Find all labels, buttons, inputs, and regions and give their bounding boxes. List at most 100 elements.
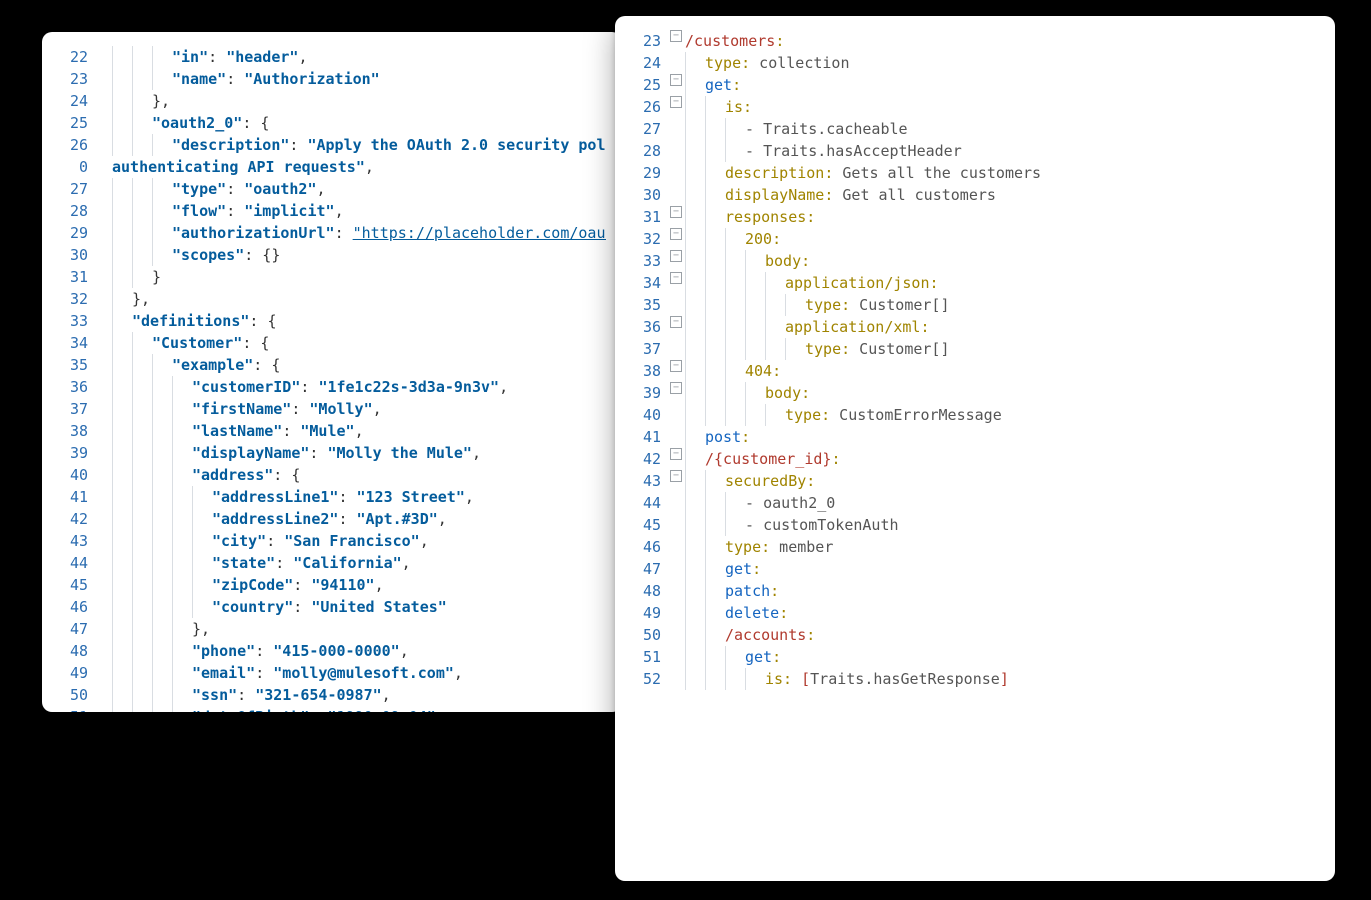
code-content[interactable]: /{customer_id}: xyxy=(705,448,1319,470)
code-line[interactable]: 36−application/xml: xyxy=(625,316,1319,338)
code-line[interactable]: 52is: [Traits.hasGetResponse] xyxy=(625,668,1319,690)
fold-gutter[interactable]: − xyxy=(667,96,685,108)
code-content[interactable]: responses: xyxy=(725,206,1319,228)
code-content[interactable]: "customerID": "1fe1c22s-3d3a-9n3v", xyxy=(192,376,606,398)
code-content[interactable]: "in": "header", xyxy=(172,46,606,68)
code-line[interactable]: 50"ssn": "321-654-0987", xyxy=(52,684,606,706)
code-content[interactable]: is: [Traits.hasGetResponse] xyxy=(765,668,1319,690)
code-content[interactable]: - Traits.hasAcceptHeader xyxy=(745,140,1319,162)
code-content[interactable]: get: xyxy=(745,646,1319,668)
code-line[interactable]: 25"oauth2_0": { xyxy=(52,112,606,134)
code-content[interactable]: "Customer": { xyxy=(152,332,606,354)
code-content[interactable]: }, xyxy=(132,288,606,310)
code-line[interactable]: 42−/{customer_id}: xyxy=(625,448,1319,470)
code-content[interactable]: }, xyxy=(152,90,606,112)
code-line[interactable]: 35type: Customer[] xyxy=(625,294,1319,316)
code-line[interactable]: 50/accounts: xyxy=(625,624,1319,646)
code-line[interactable]: 32−200: xyxy=(625,228,1319,250)
code-content[interactable]: body: xyxy=(765,382,1319,404)
code-content[interactable]: "city": "San Francisco", xyxy=(212,530,606,552)
code-line[interactable]: 33"definitions": { xyxy=(52,310,606,332)
code-line[interactable]: 23"name": "Authorization" xyxy=(52,68,606,90)
code-line[interactable]: 27- Traits.cacheable xyxy=(625,118,1319,140)
code-content[interactable]: "lastName": "Mule", xyxy=(192,420,606,442)
fold-gutter[interactable]: − xyxy=(667,448,685,460)
fold-gutter[interactable]: − xyxy=(667,206,685,218)
code-line[interactable]: 24}, xyxy=(52,90,606,112)
code-content[interactable]: "flow": "implicit", xyxy=(172,200,606,222)
raml-code-body[interactable]: 23−/customers:24type: collection25−get:2… xyxy=(615,16,1335,710)
code-line[interactable]: 25−get: xyxy=(625,74,1319,96)
code-line[interactable]: 39"displayName": "Molly the Mule", xyxy=(52,442,606,464)
code-content[interactable]: /customers: xyxy=(685,30,1319,52)
fold-gutter[interactable]: − xyxy=(667,272,685,284)
code-line[interactable]: 24type: collection xyxy=(625,52,1319,74)
code-line[interactable]: 49"email": "molly@mulesoft.com", xyxy=(52,662,606,684)
code-content[interactable]: description: Gets all the customers xyxy=(725,162,1319,184)
code-content[interactable]: get: xyxy=(725,558,1319,580)
code-content[interactable]: 200: xyxy=(745,228,1319,250)
code-content[interactable]: "state": "California", xyxy=(212,552,606,574)
code-line[interactable]: 28- Traits.hasAcceptHeader xyxy=(625,140,1319,162)
fold-toggle-icon[interactable]: − xyxy=(670,30,682,42)
fold-toggle-icon[interactable]: − xyxy=(670,74,682,86)
code-line[interactable]: 44- oauth2_0 xyxy=(625,492,1319,514)
code-line[interactable]: 29"authorizationUrl": "https://placehold… xyxy=(52,222,606,244)
code-content[interactable]: body: xyxy=(765,250,1319,272)
code-line[interactable]: 51"dateOfBirth": "1990-09-04" xyxy=(52,706,606,712)
code-line[interactable]: 45"zipCode": "94110", xyxy=(52,574,606,596)
code-content[interactable]: /accounts: xyxy=(725,624,1319,646)
code-line[interactable]: 48patch: xyxy=(625,580,1319,602)
code-content[interactable]: "addressLine2": "Apt.#3D", xyxy=(212,508,606,530)
fold-gutter[interactable]: − xyxy=(667,360,685,372)
code-line[interactable]: 30displayName: Get all customers xyxy=(625,184,1319,206)
code-content[interactable]: "email": "molly@mulesoft.com", xyxy=(192,662,606,684)
fold-gutter[interactable]: − xyxy=(667,382,685,394)
code-content[interactable]: application/xml: xyxy=(785,316,1319,338)
code-content[interactable]: application/json: xyxy=(785,272,1319,294)
code-line[interactable]: 36"customerID": "1fe1c22s-3d3a-9n3v", xyxy=(52,376,606,398)
fold-toggle-icon[interactable]: − xyxy=(670,250,682,262)
code-content[interactable]: type: Customer[] xyxy=(805,294,1319,316)
code-line[interactable]: 26"description": "Apply the OAuth 2.0 se… xyxy=(52,134,606,156)
code-line[interactable]: 34"Customer": { xyxy=(52,332,606,354)
code-content[interactable]: type: collection xyxy=(705,52,1319,74)
fold-gutter[interactable]: − xyxy=(667,74,685,86)
code-line[interactable]: 39−body: xyxy=(625,382,1319,404)
code-content[interactable]: "ssn": "321-654-0987", xyxy=(192,684,606,706)
code-content[interactable]: "dateOfBirth": "1990-09-04" xyxy=(192,706,606,712)
code-content[interactable]: "scopes": {} xyxy=(172,244,606,266)
code-line[interactable]: 32}, xyxy=(52,288,606,310)
code-line[interactable]: 51get: xyxy=(625,646,1319,668)
fold-toggle-icon[interactable]: − xyxy=(670,360,682,372)
code-line[interactable]: 48"phone": "415-000-0000", xyxy=(52,640,606,662)
code-line[interactable]: 33−body: xyxy=(625,250,1319,272)
code-content[interactable]: "type": "oauth2", xyxy=(172,178,606,200)
fold-gutter[interactable]: − xyxy=(667,316,685,328)
code-content[interactable]: get: xyxy=(705,74,1319,96)
json-code-body[interactable]: 22"in": "header",23"name": "Authorizatio… xyxy=(42,32,622,712)
code-line[interactable]: 38−404: xyxy=(625,360,1319,382)
code-line[interactable]: 23−/customers: xyxy=(625,30,1319,52)
code-content[interactable]: displayName: Get all customers xyxy=(725,184,1319,206)
code-content[interactable]: "displayName": "Molly the Mule", xyxy=(192,442,606,464)
fold-toggle-icon[interactable]: − xyxy=(670,96,682,108)
code-content[interactable]: is: xyxy=(725,96,1319,118)
code-content[interactable]: authenticating API requests", xyxy=(112,156,606,178)
code-content[interactable]: securedBy: xyxy=(725,470,1319,492)
code-line[interactable]: 49delete: xyxy=(625,602,1319,624)
code-content[interactable]: "name": "Authorization" xyxy=(172,68,606,90)
code-line[interactable]: 35"example": { xyxy=(52,354,606,376)
code-content[interactable]: type: member xyxy=(725,536,1319,558)
code-line[interactable]: 26−is: xyxy=(625,96,1319,118)
code-content[interactable]: - Traits.cacheable xyxy=(745,118,1319,140)
code-line[interactable]: 42"addressLine2": "Apt.#3D", xyxy=(52,508,606,530)
code-line[interactable]: 43−securedBy: xyxy=(625,470,1319,492)
code-line[interactable]: 47}, xyxy=(52,618,606,640)
code-content[interactable]: "authorizationUrl": "https://placeholder… xyxy=(172,222,606,244)
code-content[interactable]: } xyxy=(152,266,606,288)
fold-toggle-icon[interactable]: − xyxy=(670,470,682,482)
code-content[interactable]: "definitions": { xyxy=(132,310,606,332)
code-content[interactable]: type: Customer[] xyxy=(805,338,1319,360)
code-line[interactable]: 29description: Gets all the customers xyxy=(625,162,1319,184)
